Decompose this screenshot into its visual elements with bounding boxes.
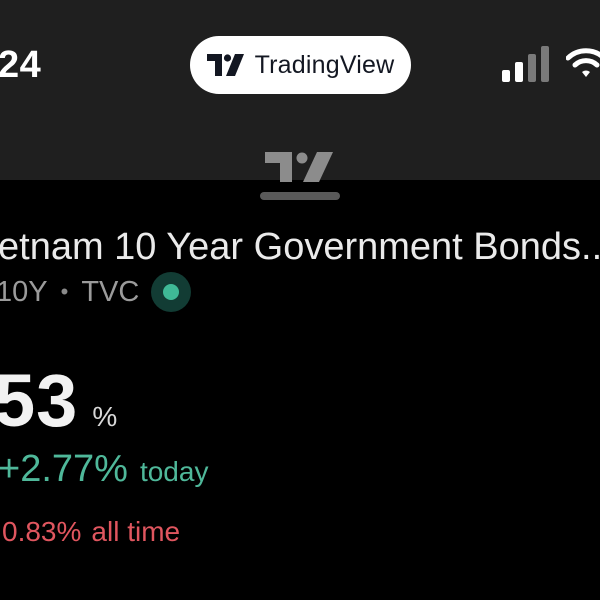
price-value: 53 [0, 359, 79, 442]
change-all-time: 0.83% all time [2, 516, 180, 548]
app-screen: 24 TradingView etnam 10 Year Government … [0, 0, 600, 600]
change-today-label: today [139, 456, 209, 487]
status-time: 24 [0, 44, 42, 86]
symbol-meta: 10Y • TVC [0, 272, 192, 312]
price-unit: % [92, 401, 118, 432]
app-pill-label: TradingView [254, 50, 395, 79]
tradingview-logo-icon [265, 152, 335, 187]
live-dot [163, 284, 180, 300]
cellular-signal-icon [502, 46, 552, 82]
change-today-value: +2.77% [0, 448, 128, 490]
app-pill[interactable]: TradingView [190, 36, 411, 94]
symbol-ticker: 10Y [0, 275, 48, 308]
change-today: +2.77% today [0, 448, 208, 491]
change-all-time-label: all time [91, 516, 181, 547]
price-row: 53 % [0, 358, 117, 443]
tradingview-logo-icon [206, 54, 245, 76]
sheet-grabber-icon[interactable] [260, 192, 340, 200]
change-all-time-value: 0.83% [2, 516, 82, 547]
symbol-exchange: TVC [81, 275, 140, 308]
meta-separator: • [60, 279, 69, 304]
wifi-icon [565, 46, 600, 85]
symbol-title: etnam 10 Year Government Bonds... [0, 226, 600, 268]
market-open-dot-icon [151, 272, 192, 312]
